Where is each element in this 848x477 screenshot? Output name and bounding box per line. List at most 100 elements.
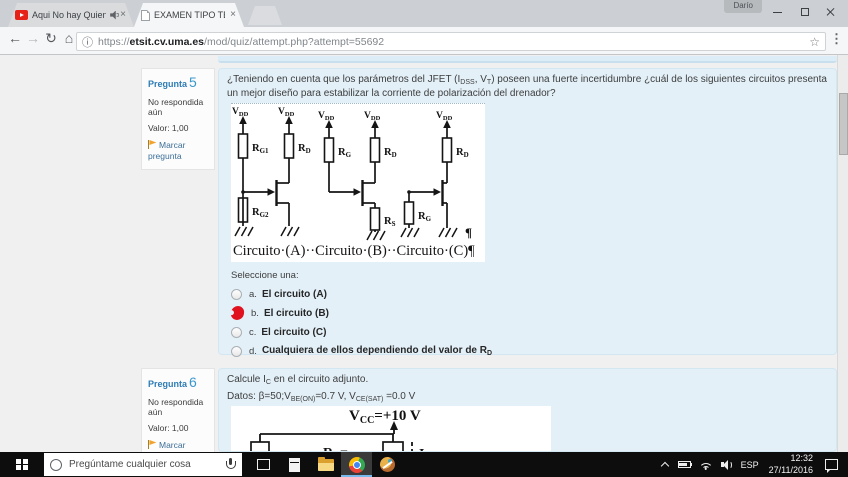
refresh-icon[interactable]: ↻ [42, 30, 60, 47]
language-indicator[interactable]: ESP [741, 460, 759, 470]
svg-text:RD: RD [456, 147, 469, 159]
question5-text: ¿Teniendo en cuenta que los parámetros d… [227, 74, 827, 100]
svg-text:VDD: VDD [318, 111, 335, 122]
red-marker-icon[interactable] [230, 305, 245, 321]
radio-a[interactable] [231, 288, 242, 300]
circuit-image-q6: VCC=+10 V RB=93 kΩ RC= IC [231, 406, 551, 451]
tab-exam-active[interactable]: EXAMEN TIPO TEST PRE × [134, 3, 244, 27]
question-value: Valor: 1,00 [148, 123, 189, 133]
question-value: Valor: 1,00 [148, 423, 189, 433]
paint-icon [380, 457, 395, 472]
search-placeholder: Pregúntame cualquier cosa [69, 459, 191, 470]
question6-info-box: Pregunta 6 No respondida aún Valor: 1,00 … [141, 368, 215, 452]
new-tab-button[interactable] [248, 6, 282, 25]
svg-text:RD: RD [384, 147, 397, 159]
minimize-button[interactable] [764, 4, 790, 20]
svg-text:VCC=+10 V: VCC=+10 V [349, 408, 421, 426]
wifi-icon[interactable] [698, 459, 713, 470]
calculator-button[interactable] [279, 452, 310, 477]
svg-text:RG2: RG2 [252, 207, 269, 219]
flag-question-link[interactable]: Marcar pregunta [148, 140, 209, 163]
flag-icon [148, 140, 156, 149]
action-center-icon[interactable] [825, 459, 838, 473]
radio-c[interactable] [231, 326, 242, 338]
tab-close-icon[interactable]: × [119, 10, 127, 20]
folder-icon [317, 456, 334, 471]
circuit-image: VDD VDD VDD VDD VDD RG1 RD RG2 RG RD RS … [231, 103, 485, 263]
previous-question-block-edge [218, 56, 837, 63]
question-number: Pregunta 5 [148, 74, 197, 90]
youtube-favicon-icon [15, 10, 28, 20]
start-button[interactable] [0, 452, 44, 477]
tab-title: Aqui No hay Quien V [32, 10, 107, 20]
question-number: Pregunta 6 [148, 374, 197, 390]
maximize-button[interactable] [792, 4, 818, 20]
tab-audio-icon[interactable] [110, 11, 119, 20]
file-explorer-button[interactable] [310, 452, 341, 477]
bookmark-star-icon[interactable]: ☆ [809, 35, 820, 49]
scrollbar-thumb[interactable] [839, 93, 848, 155]
browser-toolbar: ← → ↻ ⌂ ⓘ https://etsit.cv.uma.es/mod/qu… [0, 27, 848, 55]
system-tray: ESP 12:32 27/11/2016 [661, 452, 848, 477]
option-d[interactable]: d. Cualquiera de ellos dependiendo del v… [231, 345, 828, 357]
document-favicon-icon [141, 10, 150, 21]
jfet-circuits-figure: VDD VDD VDD VDD VDD RG1 RD RG2 RG RD RS … [232, 107, 472, 241]
windows-logo-icon [16, 458, 28, 471]
option-b[interactable]: b. El circuito (B) [230, 305, 828, 321]
page-content: Pregunta 5 No respondida aún Valor: 1,00 … [0, 55, 848, 452]
bjt-circuit-figure: VCC=+10 V RB=93 kΩ RC= IC [250, 408, 424, 451]
question6-text: Calcule IC en el circuito adjunto. [227, 374, 369, 386]
svg-text:RS: RS [384, 216, 396, 228]
tab-title: EXAMEN TIPO TEST PRE [154, 10, 224, 20]
svg-text:VDD: VDD [436, 111, 453, 122]
pilcrow-mark: ¶ [465, 225, 472, 240]
question5-info-box: Pregunta 5 No respondida aún Valor: 1,00 … [141, 68, 215, 170]
page-scrollbar[interactable] [837, 55, 848, 452]
question5-block: ¿Teniendo en cuenta que los parámetros d… [218, 68, 837, 357]
task-view-icon [257, 459, 270, 470]
forward-icon[interactable]: → [24, 30, 42, 46]
close-button[interactable] [818, 4, 844, 20]
calculator-icon [289, 457, 300, 472]
tray-chevron-up-icon[interactable] [661, 461, 669, 469]
cortana-icon [50, 458, 62, 471]
chrome-button[interactable] [341, 452, 372, 477]
windows-taskbar: Pregúntame cualquier cosa ESP 12:32 27/11… [0, 452, 848, 477]
screen: Aqui No hay Quien V × EXAMEN TIPO TEST P… [0, 0, 848, 477]
cortana-search-box[interactable]: Pregúntame cualquier cosa [44, 453, 242, 476]
question6-data-line: Datos: β=50;VBE(ON)=0.7 V, VCE(SAT) =0.0… [227, 391, 416, 404]
back-icon[interactable]: ← [6, 30, 24, 46]
url-text: https://etsit.cv.uma.es/mod/quiz/attempt… [98, 35, 385, 48]
flag-icon [148, 440, 156, 449]
task-view-button[interactable] [248, 452, 279, 477]
paint-button[interactable] [372, 452, 403, 477]
circuit-caption: Circuito·(A)··Circuito·(B)··Circuito·(C)… [233, 243, 475, 260]
question-status: No respondida aún [148, 97, 204, 117]
clock[interactable]: 12:32 27/11/2016 [769, 453, 813, 476]
svg-text:VDD: VDD [232, 107, 249, 118]
browser-menu-icon[interactable]: ⋮ [830, 31, 843, 47]
svg-text:RG: RG [338, 147, 352, 159]
browser-titlebar: Aqui No hay Quien V × EXAMEN TIPO TEST P… [0, 0, 848, 27]
chrome-icon [348, 456, 365, 473]
microphone-icon[interactable] [224, 457, 236, 472]
url-bar[interactable]: ⓘ https://etsit.cv.uma.es/mod/quiz/attem… [76, 32, 826, 51]
tab-close-icon[interactable]: × [229, 10, 237, 20]
svg-text:RG1: RG1 [252, 143, 269, 155]
svg-text:RD: RD [298, 143, 311, 155]
svg-text:VDD: VDD [364, 111, 381, 122]
svg-text:RG: RG [418, 211, 432, 223]
page-info-icon[interactable]: ⓘ [82, 34, 93, 50]
battery-icon[interactable] [677, 461, 693, 468]
tab-youtube[interactable]: Aqui No hay Quien V × [8, 3, 134, 27]
profile-badge[interactable]: Darío [724, 0, 762, 13]
radio-d[interactable] [231, 345, 242, 357]
flag-question-link[interactable]: Marcar pregunta [148, 440, 209, 452]
option-a[interactable]: a. El circuito (A) [231, 288, 828, 300]
select-one-label: Seleccione una: [231, 270, 299, 282]
volume-icon[interactable] [720, 459, 734, 470]
question6-block: Calcule IC en el circuito adjunto. Datos… [218, 368, 837, 452]
question-status: No respondida aún [148, 397, 204, 417]
svg-text:VDD: VDD [278, 107, 295, 118]
option-c[interactable]: c. El circuito (C) [231, 326, 828, 338]
